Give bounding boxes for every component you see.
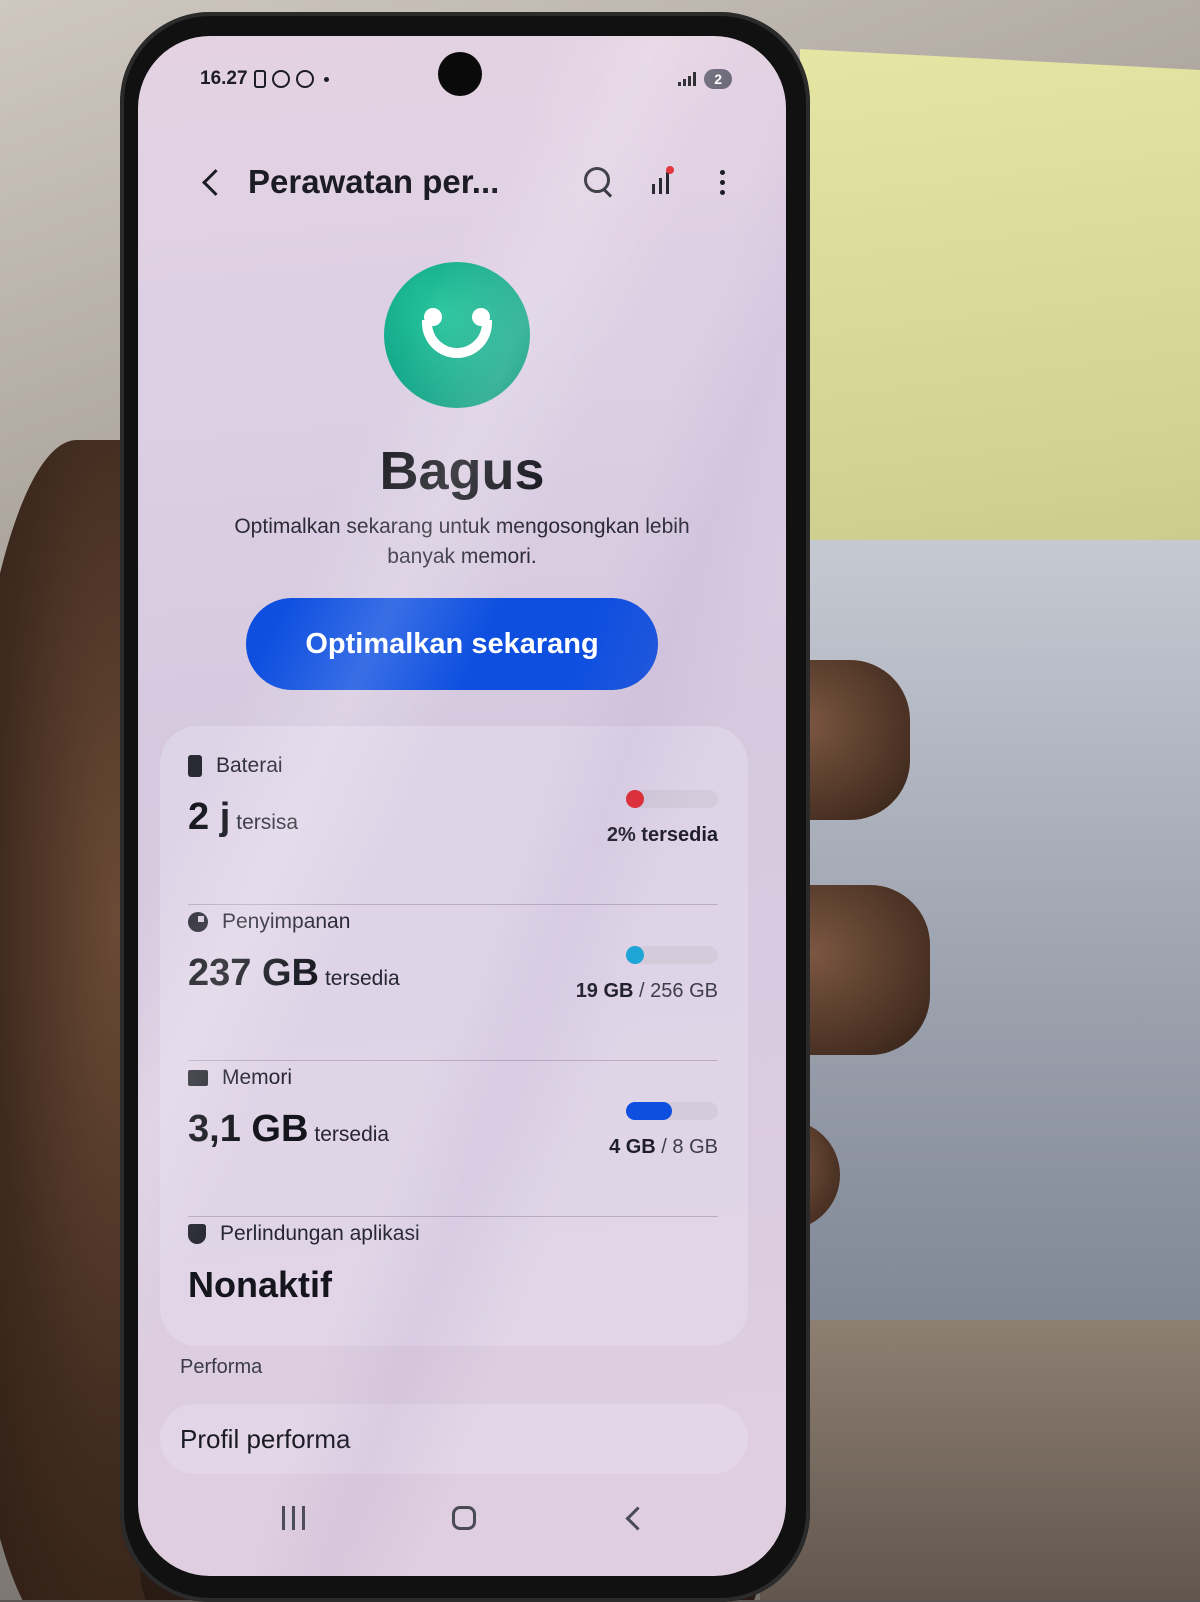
app-protection-row[interactable]: Perlindungan aplikasi Nonaktif (188, 1222, 718, 1306)
battery-detail: 2% tersedia (607, 824, 718, 847)
more-options-icon[interactable] (702, 162, 742, 202)
memory-detail: 4 GB / 8 GB (609, 1136, 718, 1159)
memory-row[interactable]: Memori 3,1 GB tersedia 4 GB / 8 GB (188, 1066, 718, 1158)
navigation-bar (138, 1496, 786, 1540)
performance-profile-item[interactable]: Profil performa (160, 1404, 748, 1474)
performance-profile-label: Profil performa (180, 1423, 351, 1454)
performance-section-label: Performa (180, 1356, 263, 1378)
phone-screen: 16.27 2 Perawatan per... Bagus Optimalka… (138, 36, 786, 1576)
divider (188, 1060, 718, 1061)
storage-meter (626, 946, 718, 964)
statistics-icon[interactable] (640, 162, 680, 202)
shield-icon (188, 1224, 206, 1244)
battery-badge: 2 (704, 69, 732, 89)
background-floor (760, 1320, 1200, 1600)
optimize-now-button[interactable]: Optimalkan sekarang (246, 598, 658, 690)
storage-value: 237 GB (188, 952, 319, 994)
storage-meter-fill (626, 946, 644, 964)
status-card: Baterai 2 j tersisa 2% tersedia Penyimpa… (160, 726, 748, 1346)
notification-icon (271, 70, 290, 88)
memory-meter-fill (626, 1102, 672, 1120)
app-bar: Perawatan per... (198, 154, 742, 210)
page-title: Perawatan per... (248, 163, 500, 200)
memory-label: Memori (222, 1066, 293, 1089)
recents-icon[interactable] (281, 1506, 305, 1530)
app-protection-value: Nonaktif (188, 1264, 332, 1305)
battery-meter-fill (626, 790, 644, 808)
search-icon[interactable] (578, 162, 618, 202)
status-left: 16.27 (200, 68, 329, 90)
storage-detail-rest: / 256 GB (633, 980, 718, 1002)
device-status-message: Optimalkan sekarang untuk mengosongkan l… (234, 515, 690, 568)
battery-row[interactable]: Baterai 2 j tersisa 2% tersedia (188, 754, 718, 846)
storage-label: Penyimpanan (222, 910, 351, 933)
battery-icon (188, 755, 202, 777)
storage-icon (188, 912, 208, 932)
memory-unit: tersedia (314, 1123, 390, 1146)
memory-detail-rest: / 8 GB (655, 1136, 718, 1158)
battery-detail-bold: 2% tersedia (606, 824, 718, 846)
app-protection-label: Perlindungan aplikasi (220, 1222, 420, 1245)
background-yellow-cloth (800, 48, 1200, 612)
storage-unit: tersedia (324, 967, 400, 990)
data-saver-icon (295, 70, 314, 88)
back-arrow-icon[interactable] (198, 169, 224, 195)
battery-value: 2 j (188, 796, 231, 838)
memory-value: 3,1 GB (188, 1108, 309, 1150)
notification-dot (666, 166, 674, 174)
memory-meter (626, 1102, 718, 1120)
device-status-title: Bagus (379, 441, 545, 501)
more-notifications-icon (323, 76, 329, 82)
home-icon[interactable] (451, 1506, 476, 1530)
nav-back-icon[interactable] (623, 1508, 643, 1528)
storage-detail-bold: 19 GB (575, 980, 634, 1002)
smiley-face-icon (384, 262, 530, 408)
memory-detail-bold: 4 GB (609, 1136, 656, 1158)
divider (188, 1216, 718, 1217)
battery-unit: tersisa (236, 811, 299, 834)
sim-icon (253, 70, 266, 88)
signal-icon (678, 72, 697, 86)
status-bar: 16.27 2 (200, 64, 732, 94)
divider (188, 904, 718, 905)
battery-label: Baterai (216, 754, 283, 777)
battery-meter (626, 790, 718, 808)
storage-row[interactable]: Penyimpanan 237 GB tersedia 19 GB / 256 … (188, 910, 718, 1002)
memory-chip-icon (188, 1070, 208, 1086)
status-right: 2 (678, 69, 732, 89)
storage-detail: 19 GB / 256 GB (576, 980, 718, 1003)
status-time: 16.27 (200, 68, 248, 89)
